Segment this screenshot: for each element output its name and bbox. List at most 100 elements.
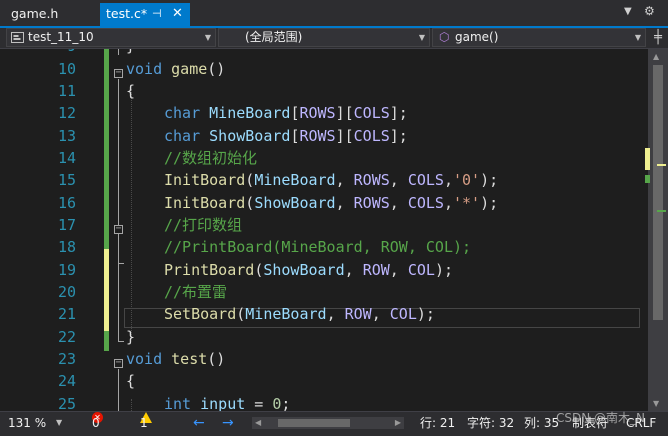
change-marker xyxy=(645,148,650,170)
code-line[interactable]: 24 { xyxy=(0,370,640,392)
code-text: PrintBoard(ShowBoard, ROW, COL); xyxy=(164,259,453,281)
code-text: //PrintBoard(MineBoard, ROW, COL); xyxy=(164,236,471,258)
code-line[interactable]: 19 PrintBoard(ShowBoard, ROW, COL); xyxy=(0,259,640,281)
line-number: 24 xyxy=(57,372,76,390)
code-token: //PrintBoard(MineBoard, ROW, COL); xyxy=(164,238,472,256)
code-token: } xyxy=(126,328,136,346)
back-arrow-icon[interactable]: ← xyxy=(193,412,205,434)
code-token: ); xyxy=(416,305,435,323)
code-line[interactable]: 25 int input = 0; xyxy=(0,393,640,411)
code-line[interactable]: 20 //布置雷 xyxy=(0,281,640,303)
chevron-down-icon[interactable]: ▼ xyxy=(56,412,62,434)
tab-bar-controls: ▼ ⚙ xyxy=(622,4,668,24)
project-dropdown[interactable]: test_11_10 ▼ xyxy=(6,28,216,47)
code-token: ( xyxy=(245,194,255,212)
code-token: ROWS xyxy=(353,171,390,189)
code-text: SetBoard(MineBoard, ROW, COL); xyxy=(164,303,435,325)
scrollbar-thumb[interactable] xyxy=(278,419,350,427)
code-line[interactable]: 16 InitBoard(ShowBoard, ROWS, COLS,'*'); xyxy=(0,192,640,214)
line-number: 20 xyxy=(57,283,76,301)
zoom-level[interactable]: 131 % xyxy=(8,412,46,434)
code-token: COLS xyxy=(407,171,444,189)
code-token: ); xyxy=(480,194,499,212)
code-token: test xyxy=(171,350,208,368)
line-number: 18 xyxy=(57,238,76,256)
code-token: , xyxy=(335,171,354,189)
scroll-right-icon[interactable]: ▶ xyxy=(395,412,401,434)
scope-label: (全局范围) xyxy=(245,30,303,44)
scrollbar-thumb[interactable] xyxy=(653,65,663,320)
scroll-left-icon[interactable]: ◀ xyxy=(255,412,261,434)
code-token: ROW xyxy=(344,305,372,323)
code-line[interactable]: 9} xyxy=(0,49,640,57)
tab-dropdown-icon[interactable]: ▼ xyxy=(624,6,632,17)
code-token: MineBoard xyxy=(245,305,327,323)
code-token: void xyxy=(126,350,163,368)
code-text: int input = 0; xyxy=(164,393,290,411)
split-window-icon[interactable]: ╪ xyxy=(650,29,666,46)
navigation-bar: test_11_10 ▼ (全局范围) ▼ ⬡ game() ▼ ╪ xyxy=(0,28,668,49)
gear-icon[interactable]: ⚙ xyxy=(644,4,655,18)
code-token: , xyxy=(443,194,453,212)
horizontal-scrollbar[interactable]: ◀ ▶ xyxy=(252,417,404,429)
scroll-down-icon[interactable]: ▼ xyxy=(653,399,659,408)
chevron-down-icon: ▼ xyxy=(634,33,641,42)
code-token: ShowBoard xyxy=(209,127,291,145)
code-token: , xyxy=(335,194,354,212)
code-token: ShowBoard xyxy=(263,261,345,279)
code-line[interactable]: 13 char ShowBoard[ROWS][COLS]; xyxy=(0,125,640,147)
tab-test-c[interactable]: test.c* ⊣ ✕ xyxy=(100,3,190,26)
code-text: //布置雷 xyxy=(164,281,227,303)
code-token: game xyxy=(171,60,208,78)
code-line[interactable]: 10 void game() xyxy=(0,58,640,80)
member-dropdown[interactable]: ⬡ game() ▼ xyxy=(432,28,646,47)
code-line[interactable]: 14 //数组初始化 xyxy=(0,147,640,169)
code-token: COLS xyxy=(353,104,390,122)
document-tab-bar: game.h test.c* ⊣ ✕ ▼ ⚙ xyxy=(0,0,668,26)
code-line[interactable]: 11 { xyxy=(0,80,640,102)
line-number: 22 xyxy=(57,328,76,346)
code-token: ROWS xyxy=(299,127,336,145)
code-line[interactable]: 21 SetBoard(MineBoard, ROW, COL); xyxy=(0,303,640,325)
vertical-scrollbar[interactable]: ▲ ▼ xyxy=(645,49,668,411)
code-token: SetBoard xyxy=(164,305,237,323)
code-token: COL xyxy=(389,305,417,323)
code-token: input xyxy=(200,395,246,411)
pin-icon[interactable]: ⊣ xyxy=(152,3,162,25)
code-line[interactable]: 17 //打印数组 xyxy=(0,214,640,236)
code-token: //数组初始化 xyxy=(164,149,258,167)
code-token: ][ xyxy=(335,127,354,145)
code-line[interactable]: 23 void test() xyxy=(0,348,640,370)
code-token: () xyxy=(207,60,226,78)
caret-marker xyxy=(657,164,666,166)
column-indicator: 列: 35 xyxy=(524,416,560,430)
code-line[interactable]: 15 InitBoard(MineBoard, ROWS, COLS,'0'); xyxy=(0,169,640,191)
code-token: ( xyxy=(254,261,264,279)
code-token: , xyxy=(389,171,408,189)
code-token: , xyxy=(389,261,408,279)
scroll-up-icon[interactable]: ▲ xyxy=(653,52,659,61)
code-token: ]; xyxy=(389,127,408,145)
chevron-down-icon: ▼ xyxy=(204,33,211,42)
scope-dropdown[interactable]: (全局范围) ▼ xyxy=(218,28,430,47)
code-line[interactable]: 18 //PrintBoard(MineBoard, ROW, COL); xyxy=(0,236,640,258)
code-token: ); xyxy=(480,171,499,189)
code-token: = xyxy=(245,395,273,411)
close-icon[interactable]: ✕ xyxy=(172,3,183,25)
line-number: 19 xyxy=(57,261,76,279)
code-token: ][ xyxy=(335,104,354,122)
forward-arrow-icon[interactable]: → xyxy=(222,412,234,434)
code-text: InitBoard(MineBoard, ROWS, COLS,'0'); xyxy=(164,169,498,191)
code-token: '0' xyxy=(453,171,481,189)
line-number: 17 xyxy=(57,216,76,234)
code-line[interactable]: 22} xyxy=(0,326,640,348)
code-token: InitBoard xyxy=(164,194,246,212)
code-token: ROWS xyxy=(353,194,390,212)
code-line[interactable]: 12 char MineBoard[ROWS][COLS]; xyxy=(0,102,640,124)
tab-game-h[interactable]: game.h xyxy=(3,3,95,26)
code-token: MineBoard xyxy=(254,171,336,189)
code-editor[interactable]: − − − 9}10void game()11{12char MineBoard… xyxy=(0,49,668,411)
code-token: ROW xyxy=(362,261,390,279)
